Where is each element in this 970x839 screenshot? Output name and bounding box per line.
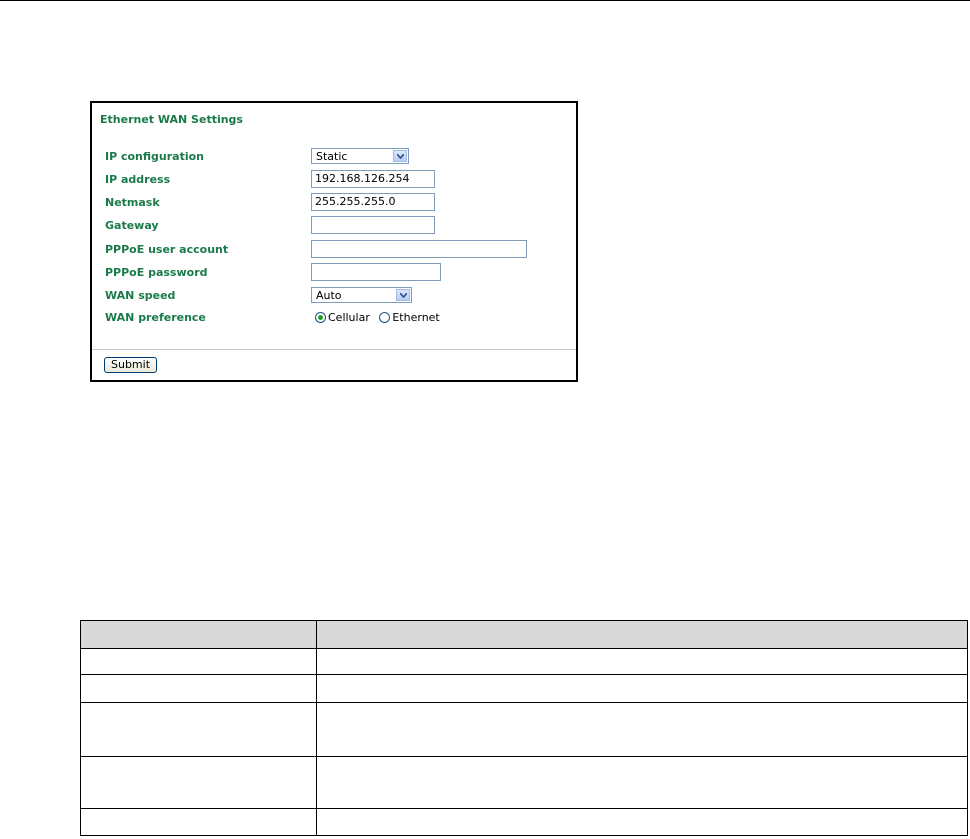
wan-preference-radio-group: Cellular Ethernet (315, 310, 446, 324)
wan-speed-value: Auto (316, 289, 342, 302)
gateway-row: Gateway (92, 216, 576, 236)
ethernet-wan-settings-panel: Ethernet WAN Settings IP configuration S… (90, 101, 578, 382)
ip-address-label: IP address (105, 173, 171, 186)
table-row (80, 808, 968, 836)
ethernet-radio[interactable] (379, 311, 391, 323)
pppoe-password-row: PPPoE password (92, 263, 576, 283)
table-row (80, 756, 968, 809)
pppoe-user-account-row: PPPoE user account (92, 240, 576, 260)
top-rule (0, 0, 970, 1)
table-cell (316, 648, 968, 675)
cellular-radio[interactable] (315, 311, 326, 323)
wan-preference-row: WAN preference Cellular Ethernet (92, 308, 576, 328)
netmask-row: Netmask 255.255.255.0 (92, 193, 576, 213)
table-cell (80, 674, 317, 703)
panel-divider (92, 349, 576, 350)
ip-configuration-select[interactable]: Static (311, 148, 409, 164)
pppoe-password-input[interactable] (311, 263, 441, 281)
wan-preference-label: WAN preference (105, 311, 206, 324)
table-cell (316, 756, 968, 809)
panel-title: Ethernet WAN Settings (100, 113, 243, 126)
ip-address-input[interactable]: 192.168.126.254 (311, 170, 435, 188)
pppoe-password-label: PPPoE password (105, 266, 208, 279)
submit-button[interactable]: Submit (104, 357, 158, 373)
pppoe-user-account-input[interactable] (311, 240, 527, 258)
ip-configuration-label: IP configuration (105, 150, 205, 163)
table-cell (80, 808, 317, 836)
ip-configuration-row: IP configuration Static (92, 147, 576, 167)
table-cell (316, 808, 968, 836)
table-cell (316, 674, 968, 703)
table-row (80, 702, 968, 757)
table-cell (80, 648, 317, 675)
table-cell (80, 756, 317, 809)
netmask-input[interactable]: 255.255.255.0 (311, 193, 435, 211)
description-table (80, 620, 968, 836)
wan-speed-label: WAN speed (105, 289, 176, 302)
wan-speed-row: WAN speed Auto (92, 286, 576, 306)
table-header-cell (316, 620, 968, 649)
table-header-row (80, 620, 968, 649)
pppoe-user-account-label: PPPoE user account (105, 243, 229, 256)
netmask-label: Netmask (105, 196, 160, 209)
ip-address-row: IP address 192.168.126.254 (92, 170, 576, 190)
wan-speed-select[interactable]: Auto (311, 287, 412, 303)
chevron-down-icon[interactable] (396, 289, 410, 301)
table-cell (316, 702, 968, 757)
ethernet-radio-label[interactable]: Ethernet (392, 311, 439, 324)
table-row (80, 674, 968, 703)
cellular-radio-label[interactable]: Cellular (328, 311, 370, 324)
table-cell (80, 702, 317, 757)
gateway-input[interactable] (311, 216, 435, 234)
table-header-cell (80, 620, 317, 649)
gateway-label: Gateway (105, 219, 159, 232)
table-row (80, 648, 968, 675)
chevron-down-icon[interactable] (393, 150, 407, 162)
ip-configuration-value: Static (316, 150, 348, 163)
